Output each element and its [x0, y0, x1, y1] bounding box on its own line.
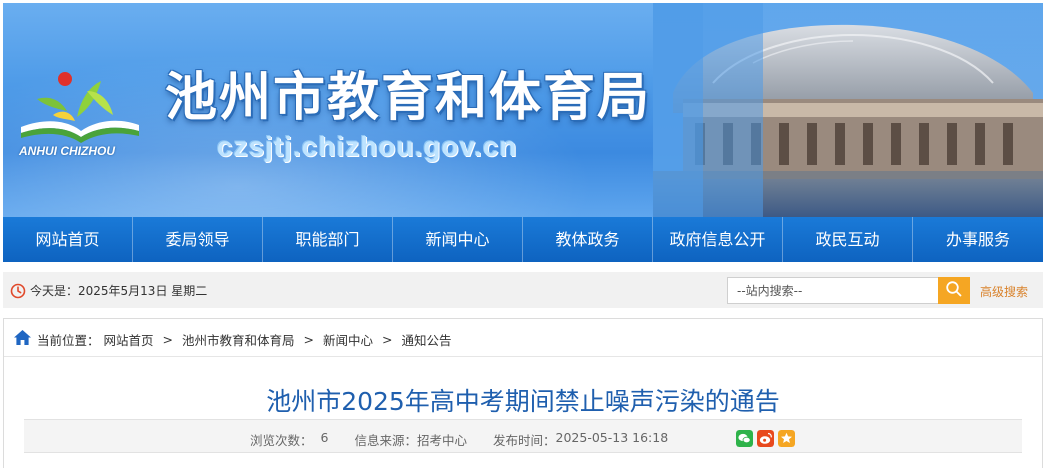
- nav-item-home[interactable]: 网站首页: [3, 217, 133, 262]
- content-panel: 当前位置： 网站首页 > 池州市教育和体育局 > 新闻中心 > 通知公告 池州市…: [3, 318, 1043, 468]
- source-label: 信息来源：: [354, 433, 417, 448]
- search-icon: [946, 281, 962, 297]
- share-buttons: [736, 430, 795, 447]
- nav-item-interaction[interactable]: 政民互动: [783, 217, 913, 262]
- nav-item-departments[interactable]: 职能部门: [263, 217, 393, 262]
- search-button[interactable]: [938, 277, 970, 304]
- search-input[interactable]: [727, 277, 939, 304]
- home-icon: [14, 330, 31, 345]
- breadcrumb: 当前位置： 网站首页 > 池州市教育和体育局 > 新闻中心 > 通知公告: [4, 319, 1042, 357]
- views-label: 浏览次数：: [250, 433, 313, 448]
- publish-time-label: 发布时间：: [493, 433, 556, 448]
- breadcrumb-link-home[interactable]: 网站首页: [104, 330, 154, 349]
- nav-item-affairs[interactable]: 教体政务: [523, 217, 653, 262]
- main-nav: 网站首页 委局领导 职能部门 新闻中心 教体政务 政府信息公开 政民互动 办事服…: [3, 217, 1043, 262]
- weibo-icon[interactable]: [757, 430, 774, 447]
- breadcrumb-link-notices[interactable]: 通知公告: [402, 330, 452, 349]
- site-url: czsjtj.chizhou.gov.cn: [217, 131, 518, 162]
- breadcrumb-link-news[interactable]: 新闻中心: [323, 330, 373, 349]
- stadium-image: [653, 3, 1043, 217]
- publish-time-value: 2025-05-13 16:18: [555, 430, 669, 445]
- nav-item-leadership[interactable]: 委局领导: [133, 217, 263, 262]
- breadcrumb-separator: >: [382, 332, 393, 347]
- wechat-icon[interactable]: [736, 430, 753, 447]
- breadcrumb-separator: >: [303, 332, 315, 347]
- breadcrumb-label: 当前位置：: [37, 333, 100, 348]
- site-title: 池州市教育和体育局: [165, 68, 652, 128]
- advanced-search-link[interactable]: 高级搜索: [980, 283, 1028, 300]
- favorite-icon[interactable]: [778, 430, 795, 447]
- nav-item-services[interactable]: 办事服务: [913, 217, 1043, 262]
- nav-item-news[interactable]: 新闻中心: [393, 217, 523, 262]
- views-count: 6: [320, 430, 329, 445]
- article-title: 池州市2025年高中考期间禁止噪声污染的通告: [266, 387, 780, 416]
- nav-item-info-disclosure[interactable]: 政府信息公开: [653, 217, 783, 262]
- clock-icon: [10, 283, 26, 299]
- info-bar: 今天是：2025年5月13日 星期二 高级搜索: [3, 272, 1043, 308]
- breadcrumb-link-bureau[interactable]: 池州市教育和体育局: [182, 330, 295, 349]
- current-date: 今天是：2025年5月13日 星期二: [30, 284, 208, 298]
- article-meta: 浏览次数： 6 信息来源： 招考中心 发布时间： 2025-05-13 16:1…: [24, 419, 1022, 453]
- source-value: 招考中心: [416, 433, 467, 448]
- site-banner: ANHUI CHIZHOU 池州市教育和体育局 czsjtj.chizhou.g…: [3, 3, 1043, 217]
- breadcrumb-separator: >: [162, 332, 174, 347]
- logo-text: ANHUI CHIZHOU: [19, 144, 115, 158]
